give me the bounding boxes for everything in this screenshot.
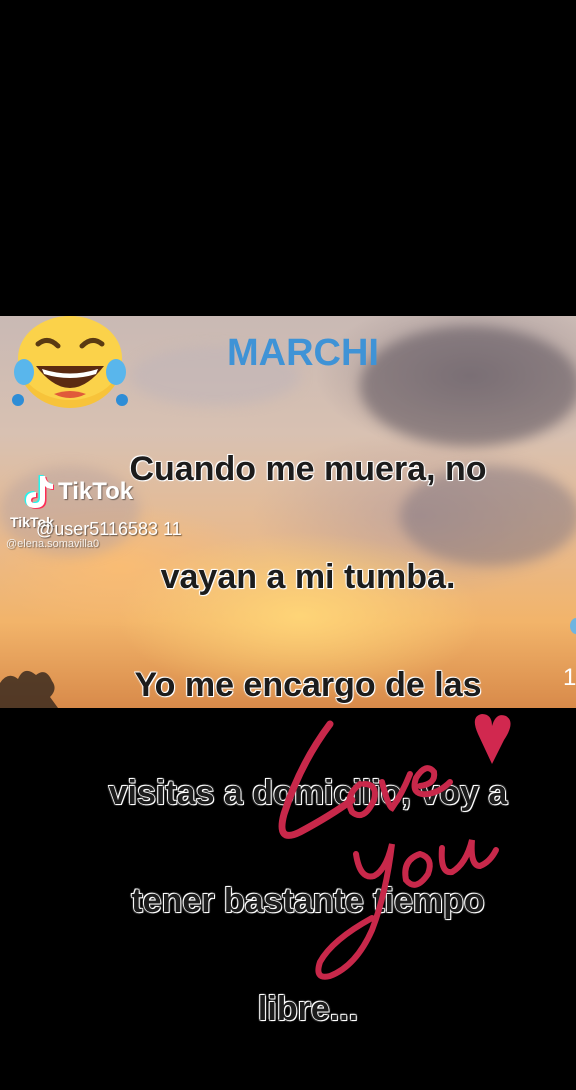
love-you-handwriting — [278, 714, 511, 980]
edge-emoji-fragment — [570, 618, 576, 634]
quote-line: vayan a mi tumba. — [160, 557, 456, 596]
secondary-user-handle: @elena.somavilla0 — [6, 538, 100, 550]
tiktok-logo-text: TikTok — [58, 478, 134, 505]
user-handle: @user5116583 11 — [36, 519, 182, 539]
tiktok-watermark: TikTok — [20, 474, 133, 510]
tiktok-logo-icon — [24, 475, 54, 509]
top-black-band — [0, 0, 576, 316]
edge-text: 1 — [563, 664, 576, 691]
tears-of-joy-emoji-icon — [12, 316, 128, 408]
